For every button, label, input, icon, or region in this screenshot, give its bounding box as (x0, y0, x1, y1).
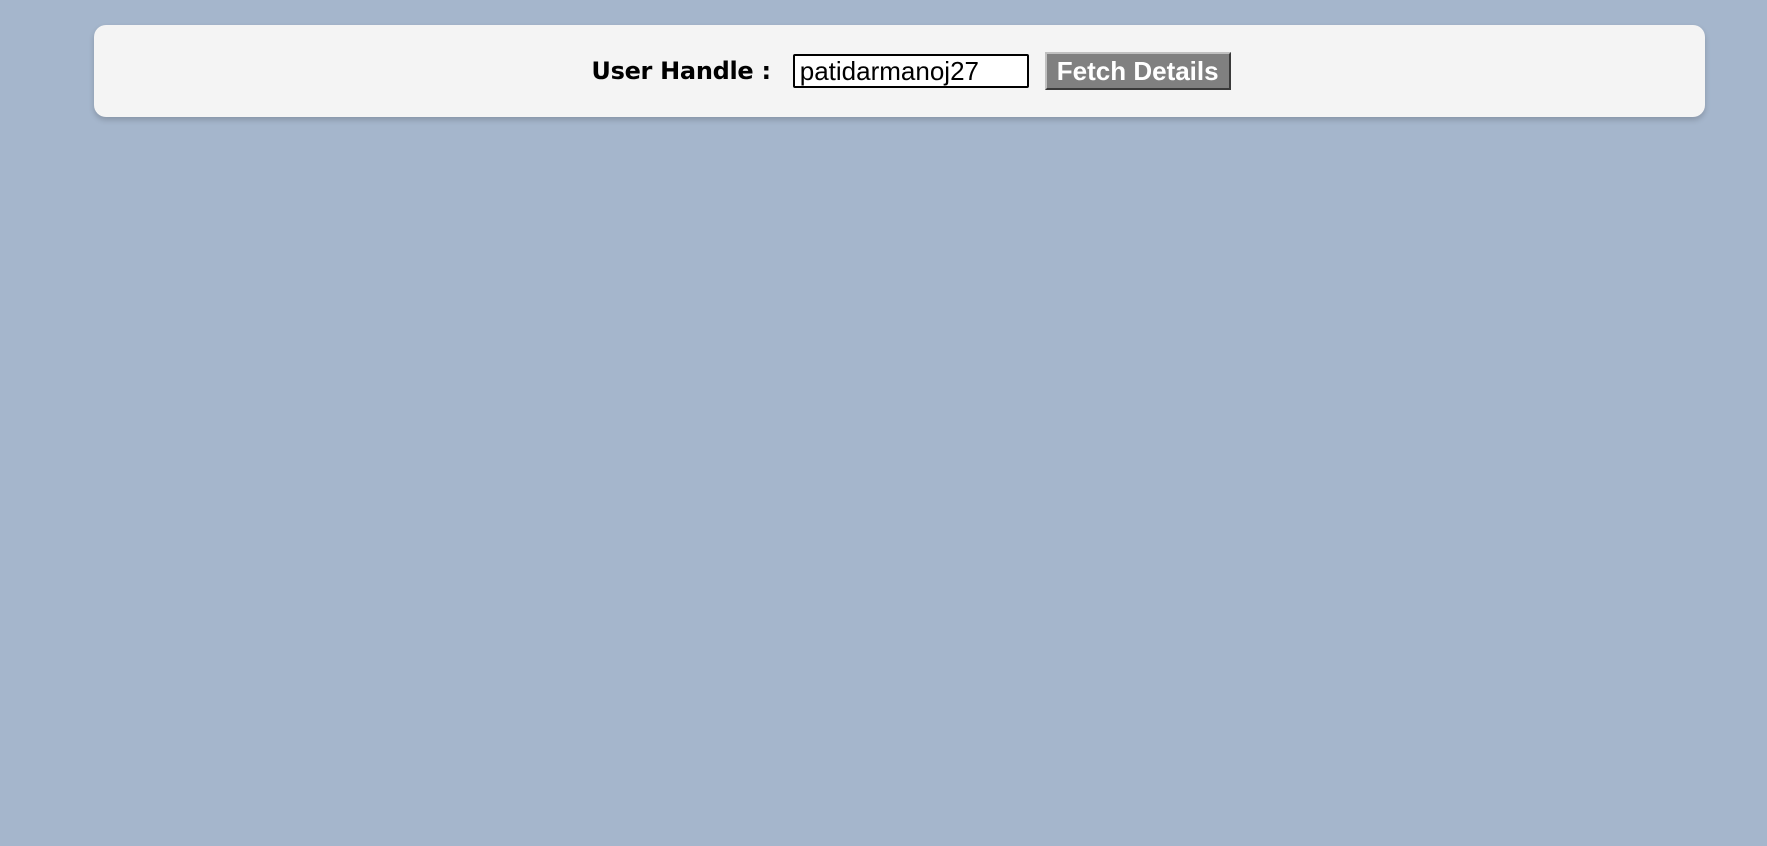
user-handle-form: User Handle : Fetch Details (591, 52, 1231, 90)
user-handle-input[interactable] (792, 54, 1029, 88)
top-panel: User Handle : Fetch Details (94, 25, 1705, 117)
fetch-details-button[interactable]: Fetch Details (1044, 52, 1231, 90)
user-handle-label: User Handle : (591, 57, 771, 85)
